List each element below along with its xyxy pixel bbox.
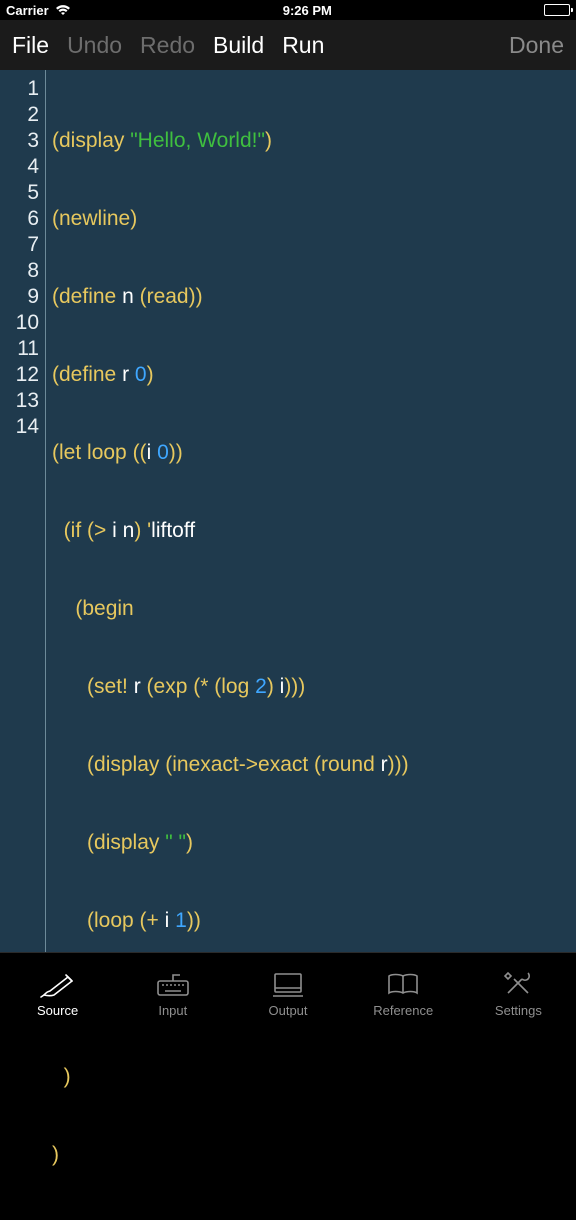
code-line: ): [52, 1064, 572, 1090]
line-number: 5: [0, 180, 39, 206]
tab-label: Source: [37, 1003, 78, 1018]
tab-label: Reference: [373, 1003, 433, 1018]
code-line: (display "Hello, World!"): [52, 128, 572, 154]
line-number: 10: [0, 310, 39, 336]
run-button[interactable]: Run: [282, 32, 324, 59]
code-line: (let loop ((i 0)): [52, 440, 572, 466]
line-number: 7: [0, 232, 39, 258]
tab-output[interactable]: Output: [230, 953, 345, 1024]
redo-button[interactable]: Redo: [140, 32, 195, 59]
file-button[interactable]: File: [12, 32, 49, 59]
line-number: 2: [0, 102, 39, 128]
code-editor[interactable]: 1 2 3 4 5 6 7 8 9 10 11 12 13 14 (displa…: [0, 70, 576, 952]
keyboard-icon: [153, 969, 193, 999]
monitor-icon: [268, 969, 308, 999]
line-number: 14: [0, 414, 39, 440]
code-line: (if (> i n) 'liftoff: [52, 518, 572, 544]
tab-label: Input: [158, 1003, 187, 1018]
tab-label: Output: [268, 1003, 307, 1018]
tab-settings[interactable]: Settings: [461, 953, 576, 1024]
line-number: 3: [0, 128, 39, 154]
code-line: ): [52, 1142, 572, 1168]
tab-input[interactable]: Input: [115, 953, 230, 1024]
undo-button[interactable]: Undo: [67, 32, 122, 59]
code-line: (define n (read)): [52, 284, 572, 310]
line-number: 9: [0, 284, 39, 310]
code-line: (define r 0): [52, 362, 572, 388]
line-number: 11: [0, 336, 39, 362]
pen-icon: [38, 969, 78, 999]
line-number: 4: [0, 154, 39, 180]
line-number: 6: [0, 206, 39, 232]
battery-icon: [544, 4, 570, 16]
code-line: (display " "): [52, 830, 572, 856]
wifi-icon: [55, 4, 71, 16]
bottom-tabbar: Source Input Output Refere: [0, 952, 576, 1024]
code-line: (begin: [52, 596, 572, 622]
code-area[interactable]: (display "Hello, World!") (newline) (def…: [46, 70, 576, 952]
line-number: 13: [0, 388, 39, 414]
build-button[interactable]: Build: [213, 32, 264, 59]
carrier-label: Carrier: [6, 3, 49, 18]
clock: 9:26 PM: [283, 3, 332, 18]
tab-label: Settings: [495, 1003, 542, 1018]
book-icon: [383, 969, 423, 999]
tab-source[interactable]: Source: [0, 953, 115, 1024]
status-bar: Carrier 9:26 PM: [0, 0, 576, 20]
done-button[interactable]: Done: [509, 32, 564, 59]
editor-toolbar: File Undo Redo Build Run Done: [0, 20, 576, 70]
line-number: 12: [0, 362, 39, 388]
tab-reference[interactable]: Reference: [346, 953, 461, 1024]
code-line: (set! r (exp (* (log 2) i))): [52, 674, 572, 700]
line-number: 1: [0, 76, 39, 102]
code-line: (display (inexact->exact (round r))): [52, 752, 572, 778]
tools-icon: [498, 969, 538, 999]
code-line: (loop (+ i 1)): [52, 908, 572, 934]
line-number-gutter: 1 2 3 4 5 6 7 8 9 10 11 12 13 14: [0, 70, 46, 952]
code-line: (newline): [52, 206, 572, 232]
line-number: 8: [0, 258, 39, 284]
